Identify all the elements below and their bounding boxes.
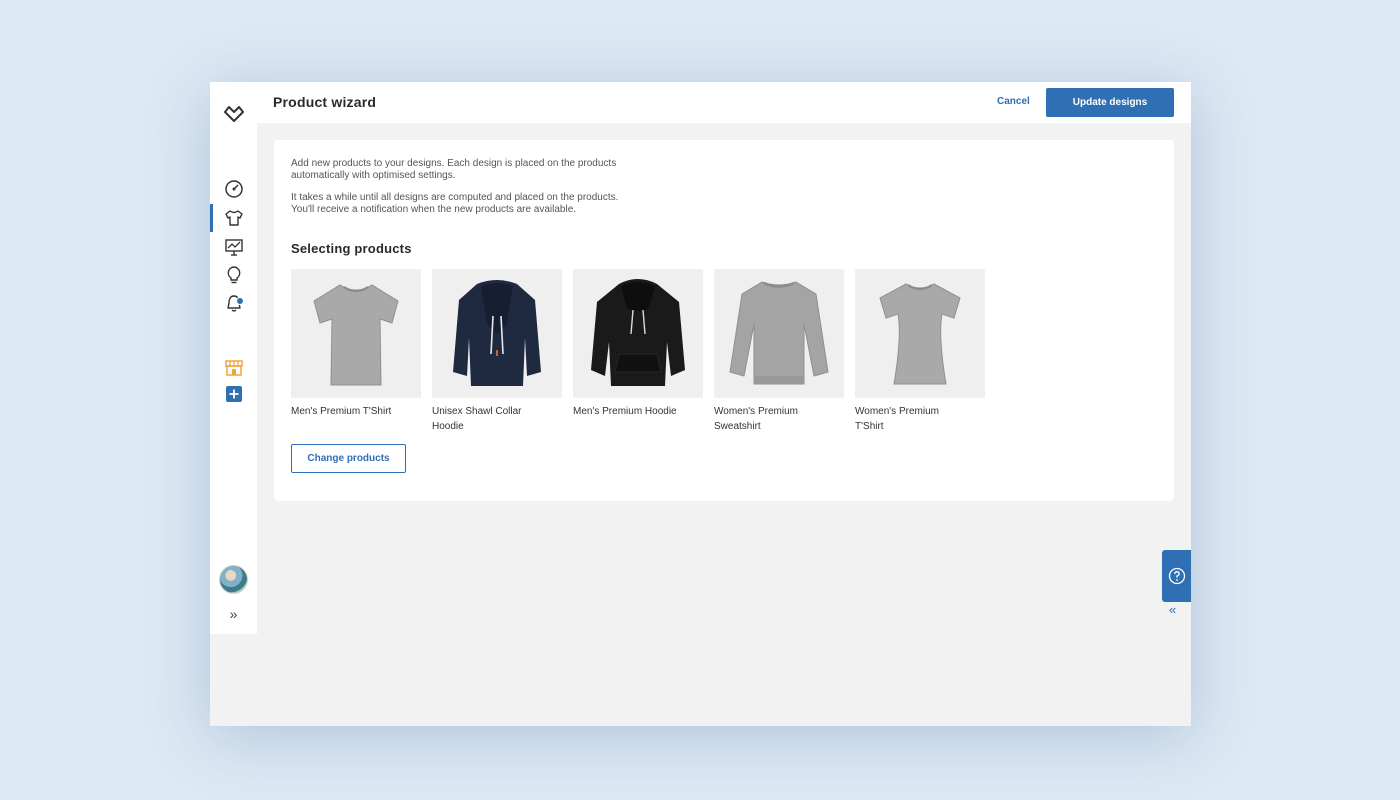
- product-image-mens-hoodie: [573, 269, 703, 398]
- product-tile[interactable]: Men's Premium T'Shirt: [291, 269, 421, 419]
- help-question-icon: [1168, 567, 1185, 585]
- shop-icon[interactable]: [210, 354, 257, 382]
- product-wizard-card: Add new products to your designs. Each d…: [274, 140, 1174, 501]
- page-title: Product wizard: [273, 94, 377, 110]
- avatar[interactable]: [219, 565, 248, 594]
- product-label: Men's Premium T'Shirt: [291, 406, 392, 417]
- intro-text-line: It takes a while until all designs are c…: [291, 192, 619, 203]
- notification-badge: [236, 297, 244, 305]
- tshirt-icon[interactable]: [210, 204, 257, 232]
- intro-text-line: Add new products to your designs. Each d…: [291, 158, 617, 169]
- product-image-shawl-hoodie: [432, 269, 562, 398]
- add-square-icon[interactable]: [210, 380, 257, 408]
- bell-icon[interactable]: [210, 290, 257, 318]
- product-label: Women's Premium Sweatshirt: [714, 406, 798, 432]
- dashboard-gauge-icon[interactable]: [210, 175, 257, 203]
- intro-text-line: automatically with optimised settings.: [291, 169, 456, 181]
- header-bar: Product wizard Cancel Update designs: [257, 82, 1191, 123]
- section-title: Selecting products: [291, 241, 412, 256]
- logo-icon[interactable]: [210, 100, 257, 128]
- product-tile[interactable]: Women's Premium T'Shirt: [855, 269, 985, 434]
- help-tab[interactable]: [1162, 550, 1191, 602]
- change-products-button[interactable]: Change products: [291, 444, 406, 473]
- intro-text-line: You'll receive a notification when the n…: [291, 203, 577, 215]
- product-tile[interactable]: Unisex Shawl Collar Hoodie: [432, 269, 562, 434]
- expand-sidebar-icon[interactable]: »: [210, 606, 257, 622]
- product-image-mens-tshirt: [291, 269, 421, 398]
- product-image-womens-tshirt: [855, 269, 985, 398]
- product-tile[interactable]: Men's Premium Hoodie: [573, 269, 703, 419]
- product-image-womens-sweatshirt: [714, 269, 844, 398]
- app-window: » Product wizard Cancel Update designs A…: [210, 82, 1191, 726]
- product-label: Men's Premium Hoodie: [573, 406, 677, 417]
- presentation-chart-icon[interactable]: [210, 233, 257, 261]
- cancel-button[interactable]: Cancel: [997, 96, 1030, 107]
- collapse-panel-icon[interactable]: «: [1169, 602, 1176, 617]
- intro-paragraph-1: Add new products to your designs. Each d…: [291, 158, 651, 181]
- product-label: Women's Premium T'Shirt: [855, 406, 939, 432]
- product-label: Unisex Shawl Collar Hoodie: [432, 406, 522, 432]
- intro-paragraph-2: It takes a while until all designs are c…: [291, 192, 651, 215]
- product-tile[interactable]: Women's Premium Sweatshirt: [714, 269, 844, 434]
- update-designs-button[interactable]: Update designs: [1046, 88, 1174, 117]
- lightbulb-icon[interactable]: [210, 261, 257, 289]
- sidebar: »: [210, 82, 257, 634]
